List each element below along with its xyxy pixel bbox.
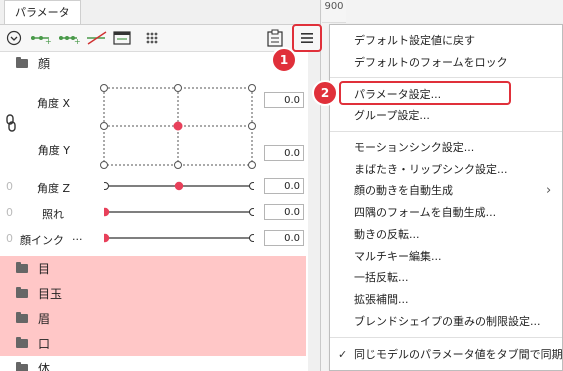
add-key-icon[interactable]: + [28, 28, 54, 48]
group-body[interactable]: 体 [0, 358, 306, 371]
svg-text:+: + [74, 37, 81, 45]
menu-separator [330, 131, 562, 132]
angle-x-value-field[interactable]: 0.0 [264, 92, 304, 108]
label-ellipsis: ... [72, 230, 83, 243]
panel-context-menu: デフォルト設定値に戻す デフォルトのフォームをロック パラメータ設定... グル… [329, 24, 563, 371]
menu-item-sync-params-tabs[interactable]: 同じモデルのパラメータ値をタブ間で同期 [354, 345, 563, 365]
menu-separator [330, 337, 562, 338]
ruler: 900 [322, 0, 346, 23]
blush-slider[interactable] [100, 207, 257, 217]
folder-icon [16, 362, 28, 371]
add-three-keys-icon[interactable]: + [56, 28, 82, 48]
param-label-angle-y: 角度 Y [37, 144, 70, 157]
link-off-icon[interactable]: 0 [6, 180, 13, 193]
angle-xy-knob [173, 121, 183, 131]
group-face[interactable]: 顔 [0, 53, 306, 75]
face-ink-slider[interactable] [100, 233, 257, 243]
ruler-value: 900 [324, 1, 344, 12]
step-badge-1: 1 [271, 47, 297, 73]
param-label-face-ink: 顔インク [20, 234, 64, 247]
link-chain-icon[interactable] [6, 114, 16, 135]
menu-item-motion-sync[interactable]: モーションシンク設定... [354, 138, 474, 158]
group-eyes[interactable]: 目 [0, 258, 306, 280]
angle-z-value-field[interactable]: 0.0 [264, 178, 304, 194]
group-brows[interactable]: 眉 [0, 308, 306, 330]
highlight-box-menu-button [292, 24, 322, 52]
angle-xy-grid[interactable] [98, 82, 258, 172]
group-eyeballs[interactable]: 目玉 [0, 283, 306, 305]
link-off-icon[interactable]: 0 [6, 232, 13, 245]
parameter-window-icon[interactable] [112, 28, 132, 48]
menu-item-multi-key-edit[interactable]: マルチキー編集... [354, 247, 442, 267]
panel-tab-bar: パラメータ [0, 0, 320, 25]
menu-item-lock-default-form[interactable]: デフォルトのフォームをロック [354, 53, 508, 73]
param-label-blush: 照れ [42, 208, 64, 221]
highlight-box-parameter-settings [339, 81, 511, 105]
collapse-toggle-icon[interactable] [4, 28, 24, 48]
menu-item-group-settings[interactable]: グループ設定... [354, 106, 430, 126]
group-label: 口 [38, 337, 51, 351]
folder-icon [16, 287, 28, 298]
step-badge-2: 2 [312, 80, 338, 106]
group-label: 顔 [38, 57, 51, 71]
link-off-icon[interactable]: 0 [6, 206, 13, 219]
angle-z-slider[interactable] [101, 181, 257, 191]
clipboard-icon[interactable] [264, 28, 286, 48]
panel-toolbar: + + [0, 25, 320, 52]
blush-value-field[interactable]: 0.0 [264, 204, 304, 220]
menu-item-extended-interpolation[interactable]: 拡張補間... [354, 290, 409, 310]
folder-icon [16, 337, 28, 348]
param-label-angle-z: 角度 Z [36, 182, 70, 195]
menu-item-auto-face-motion[interactable]: 顔の動きを自動生成 [354, 181, 453, 201]
menu-item-reset-default[interactable]: デフォルト設定値に戻す [354, 31, 475, 51]
group-mouth[interactable]: 口 [0, 333, 306, 355]
face-ink-value-field[interactable]: 0.0 [264, 230, 304, 246]
group-label: 眉 [38, 312, 51, 326]
param-label-angle-x: 角度 X [36, 97, 70, 110]
folder-icon [16, 312, 28, 323]
group-label: 目玉 [38, 287, 63, 301]
tab-parameters[interactable]: パラメータ [4, 0, 81, 24]
folder-icon [16, 57, 28, 68]
group-label: 目 [38, 262, 51, 276]
delete-key-icon[interactable] [84, 28, 110, 48]
folder-icon [16, 262, 28, 273]
group-label: 体 [38, 362, 51, 371]
menu-separator [330, 77, 562, 78]
angle-y-value-field[interactable]: 0.0 [264, 145, 304, 161]
menu-item-auto-corner-forms[interactable]: 四隅のフォームを自動生成... [354, 203, 496, 223]
grid-dots-icon[interactable] [142, 28, 162, 48]
svg-text:+: + [45, 37, 52, 45]
checkmark-icon: ✓ [338, 348, 348, 361]
menu-item-reverse-motion[interactable]: 動きの反転... [354, 225, 420, 245]
menu-item-blendshape-limit[interactable]: ブレンドシェイプの重みの制限設定... [354, 312, 541, 332]
submenu-arrow-icon: › [546, 183, 552, 198]
menu-item-blink-lipsync[interactable]: まばたき・リップシンク設定... [354, 160, 508, 180]
menu-item-batch-invert[interactable]: 一括反転... [354, 268, 409, 288]
